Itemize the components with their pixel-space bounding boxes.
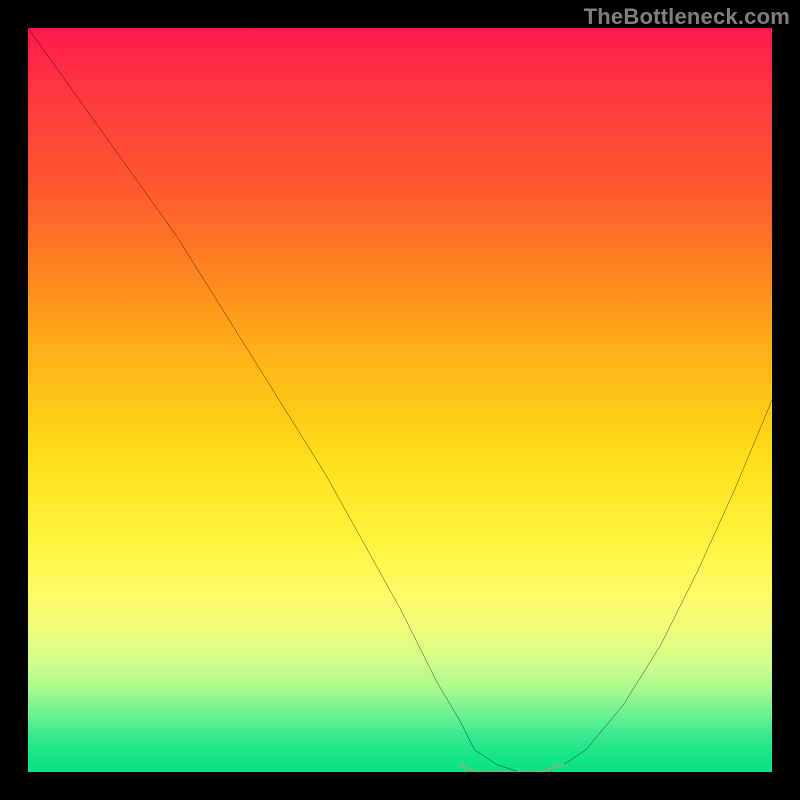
watermark-text: TheBottleneck.com xyxy=(584,4,790,30)
bottleneck-curve xyxy=(28,28,772,772)
optimal-zone-marker xyxy=(460,765,564,772)
plot-area xyxy=(28,28,772,772)
chart-container: TheBottleneck.com xyxy=(0,0,800,800)
chart-svg xyxy=(28,28,772,772)
